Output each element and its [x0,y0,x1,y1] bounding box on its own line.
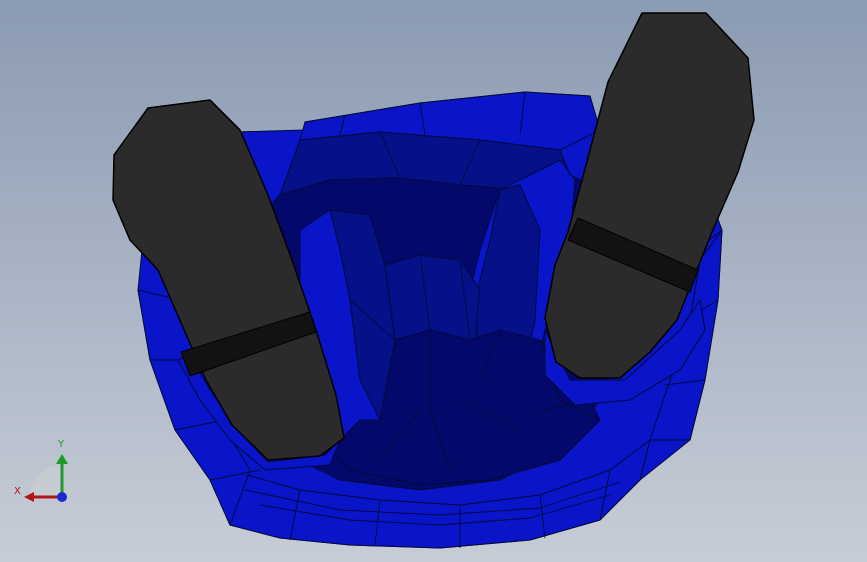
3d-model-view[interactable] [0,0,867,562]
graphics-viewport[interactable]: Y X [0,0,867,562]
y-axis-arrowhead [56,454,68,464]
triad-plane-shading [30,465,62,497]
y-axis-label: Y [58,439,65,450]
triad-graphic [24,454,68,502]
x-axis-arrowhead [24,492,34,502]
z-axis-dot [57,492,67,502]
x-axis-label: X [14,486,21,497]
coordinate-triad: Y X [10,440,80,510]
3d-model[interactable] [112,12,755,549]
right-pad[interactable] [544,12,755,406]
